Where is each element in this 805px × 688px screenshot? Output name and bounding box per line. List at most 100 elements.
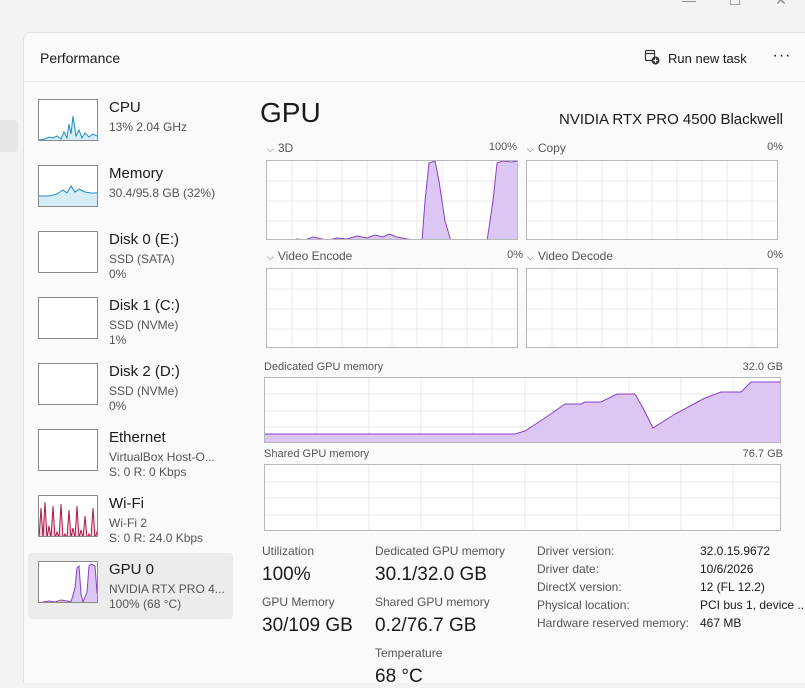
- info-key: Physical location:: [537, 598, 630, 612]
- header: Performance Run new task ···: [24, 33, 805, 82]
- engine-video-encode-graph: [266, 268, 518, 348]
- engine-video-encode-label: Video Encode: [277, 249, 353, 263]
- close-icon[interactable]: ✕: [766, 0, 796, 12]
- chevron-down-icon: ⌵: [267, 144, 274, 154]
- info-value: 467 MB: [700, 616, 742, 630]
- engine-3d-selector[interactable]: ⌵ 3D: [267, 141, 293, 155]
- sidebar-item-label: Memory: [109, 165, 164, 182]
- sidebar-item-cpu[interactable]: CPU 13% 2.04 GHz: [28, 91, 233, 157]
- shared-memory-stat-label: Shared GPU memory: [375, 595, 490, 609]
- info-key: Driver date:: [537, 562, 600, 576]
- gpu-memory-label: GPU Memory: [262, 595, 335, 609]
- shared-memory-label: Shared GPU memory: [264, 448, 370, 460]
- sidebar-item-gpu-0[interactable]: GPU 0 NVIDIA RTX PRO 4... 100% (68 °C): [28, 553, 233, 619]
- disk-0-thumbnail: [38, 231, 98, 273]
- page-title: Performance: [40, 50, 121, 66]
- sidebar-item-usage: 0%: [109, 267, 127, 281]
- sidebar-item-label: Wi-Fi: [109, 495, 144, 512]
- sidebar-item-label: CPU: [109, 99, 141, 116]
- task-manager-window: Performance Run new task ··· CPU 13% 2.0: [23, 32, 805, 687]
- gpu-heading: GPU: [260, 97, 321, 128]
- maximize-icon[interactable]: ☐: [720, 0, 750, 12]
- engine-video-decode-graph: [526, 268, 778, 348]
- chevron-down-icon: ⌵: [527, 252, 534, 262]
- cpu-thumbnail: [38, 99, 98, 141]
- sidebar-item-disk-2[interactable]: Disk 2 (D:) SSD (NVMe) 0%: [28, 355, 233, 421]
- engine-copy-graph: [526, 160, 778, 240]
- sidebar-item-label: Disk 0 (E:): [109, 231, 180, 248]
- engine-video-encode-max: 0%: [507, 249, 523, 261]
- sidebar-item-wifi[interactable]: Wi-Fi Wi-Fi 2 S: 0 R: 24.0 Kbps: [28, 487, 233, 553]
- dedicated-memory-label: Dedicated GPU memory: [264, 361, 384, 373]
- ethernet-thumbnail: [38, 429, 98, 471]
- shared-memory-graph: [264, 464, 781, 531]
- sidebar-item-throughput: S: 0 R: 0 Kbps: [109, 465, 187, 479]
- sidebar-item-label: Disk 1 (C:): [109, 297, 180, 314]
- temperature-value: 68 °C: [375, 666, 423, 687]
- sidebar-item-adapter: Wi-Fi 2: [109, 516, 147, 530]
- sidebar-item-label: Disk 2 (D:): [109, 363, 180, 380]
- engine-video-decode-label: Video Decode: [537, 249, 613, 263]
- sidebar-item-ethernet[interactable]: Ethernet VirtualBox Host-O... S: 0 R: 0 …: [28, 421, 233, 487]
- title-bar: — ☐ ✕: [0, 0, 805, 32]
- minimize-icon[interactable]: —: [674, 0, 704, 12]
- engine-copy-label: Copy: [537, 141, 566, 155]
- sidebar-item-disk-0[interactable]: Disk 0 (E:) SSD (SATA) 0%: [28, 223, 233, 289]
- sidebar-item-adapter: VirtualBox Host-O...: [109, 450, 215, 464]
- engine-3d-max: 100%: [488, 141, 517, 153]
- sidebar-item-label: GPU 0: [109, 561, 155, 578]
- temperature-label: Temperature: [375, 646, 443, 660]
- engine-3d-graph: [266, 160, 518, 240]
- sidebar-item-model: NVIDIA RTX PRO 4...: [109, 582, 225, 596]
- engine-3d-label: 3D: [277, 141, 294, 155]
- graph-grid: [267, 161, 517, 239]
- info-value: 10/6/2026: [700, 562, 754, 576]
- chevron-down-icon: ⌵: [267, 252, 274, 262]
- shared-memory-max: 76.7 GB: [742, 448, 783, 460]
- engine-video-decode-max: 0%: [767, 249, 783, 261]
- sidebar-item-usage: 100% (68 °C): [109, 597, 182, 611]
- info-key: Hardware reserved memory:: [537, 616, 690, 630]
- run-task-icon: [644, 49, 660, 68]
- dedicated-memory-stat-label: Dedicated GPU memory: [375, 544, 506, 558]
- wifi-thumbnail: [38, 495, 98, 537]
- engine-copy-max: 0%: [767, 141, 783, 153]
- sidebar-item-type: SSD (NVMe): [109, 318, 179, 332]
- disk-2-thumbnail: [38, 363, 98, 405]
- sidebar-item-detail: 13% 2.04 GHz: [109, 120, 188, 134]
- utilization-value: 100%: [262, 564, 311, 585]
- sidebar-item-usage: 1%: [109, 333, 127, 347]
- info-value: 32.0.15.9672: [700, 544, 771, 558]
- dedicated-memory-stat-value: 30.1/32.0 GB: [375, 564, 487, 585]
- chevron-down-icon: ⌵: [527, 144, 534, 154]
- sidebar-item-memory[interactable]: Memory 30.4/95.8 GB (32%): [28, 157, 233, 223]
- sidebar-item-detail: 30.4/95.8 GB (32%): [109, 186, 216, 200]
- dedicated-memory-max: 32.0 GB: [742, 361, 783, 373]
- info-key: DirectX version:: [537, 580, 622, 594]
- info-value: PCI bus 1, device ...: [700, 598, 805, 612]
- info-key: Driver version:: [537, 544, 615, 558]
- nav-rail-selection[interactable]: [0, 120, 18, 152]
- engine-copy-selector[interactable]: ⌵ Copy: [527, 141, 566, 155]
- gpu-memory-value: 30/109 GB: [262, 615, 353, 636]
- run-task-label: Run new task: [668, 50, 747, 66]
- sidebar-item-type: SSD (SATA): [109, 252, 175, 266]
- memory-thumbnail: [38, 165, 98, 207]
- engine-video-decode-selector[interactable]: ⌵ Video Decode: [527, 249, 613, 263]
- utilization-label: Utilization: [262, 544, 315, 558]
- sidebar-item-type: SSD (NVMe): [109, 384, 179, 398]
- shared-memory-stat-value: 0.2/76.7 GB: [375, 615, 477, 636]
- dedicated-memory-graph: [264, 377, 781, 443]
- gpu-0-thumbnail: [38, 561, 98, 603]
- info-value: 12 (FL 12.2): [700, 580, 765, 594]
- disk-1-thumbnail: [38, 297, 98, 339]
- resource-list: CPU 13% 2.04 GHz Memory 30.4/95.8 GB (32…: [28, 91, 233, 619]
- gpu-model-name: NVIDIA RTX PRO 4500 Blackwell: [559, 111, 783, 128]
- sidebar-item-label: Ethernet: [109, 429, 166, 446]
- run-new-task-button[interactable]: Run new task: [644, 47, 747, 69]
- engine-video-encode-selector[interactable]: ⌵ Video Encode: [267, 249, 352, 263]
- more-options-icon[interactable]: ···: [770, 45, 794, 69]
- sidebar-item-usage: 0%: [109, 399, 127, 413]
- sidebar-item-throughput: S: 0 R: 24.0 Kbps: [109, 531, 204, 545]
- sidebar-item-disk-1[interactable]: Disk 1 (C:) SSD (NVMe) 1%: [28, 289, 233, 355]
